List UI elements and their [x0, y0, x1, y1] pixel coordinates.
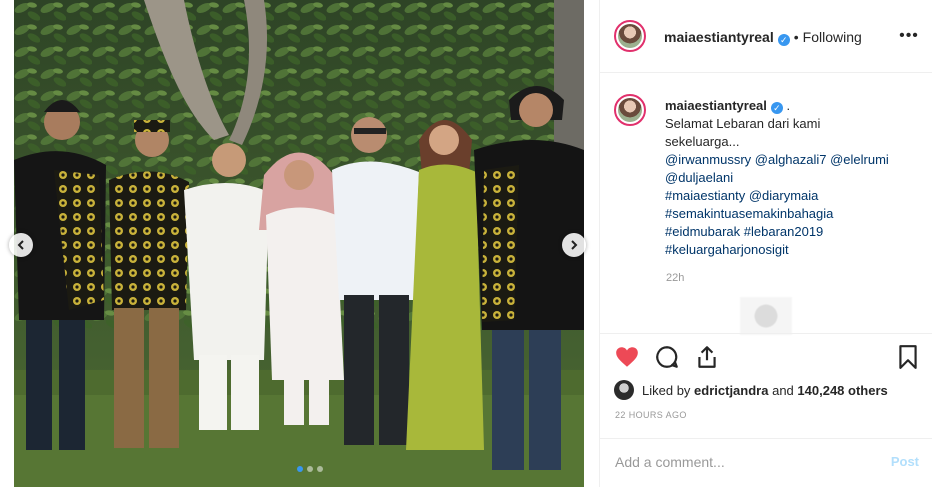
post-header: maiaestiantyreal ✓ • Following •••: [600, 0, 932, 73]
caption-line: sekeluarga...: [665, 134, 740, 149]
caption-tags[interactable]: #keluargaharjonosigit: [665, 241, 915, 259]
caption-text: maiaestiantyreal ✓ . Selamat Lebaran dari…: [665, 97, 915, 259]
liker-avatar[interactable]: [614, 380, 634, 400]
author-avatar[interactable]: [614, 20, 646, 52]
caption-timestamp: 22h: [666, 272, 685, 284]
caption-tags[interactable]: #maiaestianty @diarymaia: [665, 187, 915, 205]
family-photo-illustration: [14, 0, 584, 487]
likes-connector: and: [772, 382, 794, 398]
verified-badge-icon: ✓: [777, 34, 790, 46]
loading-placeholder: [740, 297, 792, 335]
share-icon[interactable]: [694, 344, 720, 370]
next-slide-button[interactable]: [562, 233, 586, 257]
post-modal: maiaestiantyreal ✓ • Following ••• maiaesti…: [0, 0, 932, 487]
following-button[interactable]: Following: [803, 29, 862, 45]
action-bar: Liked by edrictjandra and 140,248 others…: [600, 333, 932, 454]
likes-summary: Liked by edrictjandra and 140,248 others: [614, 380, 888, 400]
author-line: maiaestiantyreal ✓ • Following: [664, 29, 862, 46]
carousel-dot: [297, 466, 303, 472]
caption-line: Selamat Lebaran dari kami: [665, 116, 821, 131]
bookmark-icon[interactable]: [895, 344, 921, 370]
post-timestamp: 22 HOURS AGO: [615, 410, 687, 420]
caption-username[interactable]: maiaestiantyreal: [665, 98, 767, 113]
post-comment-button[interactable]: Post: [891, 454, 919, 469]
liker-username[interactable]: edrictjandra: [694, 383, 768, 398]
chevron-left-icon: [17, 240, 24, 250]
likes-count[interactable]: 140,248 others: [797, 383, 887, 398]
caption-avatar[interactable]: [614, 94, 646, 126]
likes-prefix: Liked by: [642, 382, 691, 398]
carousel-dot: [317, 466, 323, 472]
author-username[interactable]: maiaestiantyreal: [664, 29, 774, 45]
caption-tags[interactable]: #eidmubarak #lebaran2019: [665, 223, 915, 241]
post-sidebar: maiaestiantyreal ✓ • Following ••• maiaesti…: [599, 0, 932, 487]
heart-icon[interactable]: [614, 344, 640, 370]
comment-box: Add a comment... Post: [600, 438, 932, 488]
caption-punctuation: .: [786, 98, 791, 113]
chevron-right-icon: [571, 240, 578, 250]
comment-icon[interactable]: [654, 344, 680, 370]
previous-slide-button[interactable]: [9, 233, 33, 257]
more-options-icon[interactable]: •••: [899, 26, 919, 46]
caption-tags[interactable]: @irwanmussry @alghazali7 @elelrumi: [665, 151, 915, 169]
caption-tags[interactable]: #semakintuasemakinbahagia: [665, 205, 915, 223]
post-photo[interactable]: [14, 0, 584, 487]
action-icons: [614, 344, 919, 372]
caption-tags[interactable]: @duljaelani: [665, 169, 915, 187]
carousel-dot: [307, 466, 313, 472]
verified-badge-icon: ✓: [770, 102, 783, 114]
separator-dot: •: [793, 29, 799, 45]
carousel-dots: [297, 466, 323, 472]
comment-input[interactable]: Add a comment...: [615, 454, 725, 470]
